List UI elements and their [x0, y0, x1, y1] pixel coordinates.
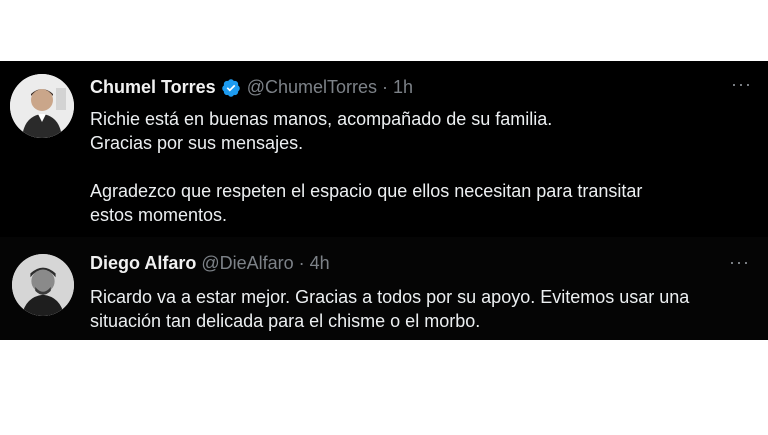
author-handle[interactable]: @ChumelTorres — [247, 77, 377, 98]
verified-badge-icon — [221, 78, 241, 98]
tweet-line: Gracias por sus mensajes. — [90, 133, 304, 153]
tweet-header: Chumel Torres @ChumelTorres · 1h — [90, 77, 413, 98]
screenshot-canvas: Chumel Torres @ChumelTorres · 1h ··· Ric… — [0, 0, 768, 435]
avatar-image — [12, 254, 74, 316]
tweet-line: estos momentos. — [90, 205, 228, 225]
tweet-timestamp[interactable]: 1h — [393, 77, 413, 98]
tweet-text: Ricardo va a estar mejor. Gracias a todo… — [90, 285, 728, 333]
more-options-icon[interactable]: ··· — [731, 75, 752, 93]
tweet-timestamp[interactable]: 4h — [310, 253, 330, 274]
author-name[interactable]: Diego Alfaro — [90, 253, 196, 274]
tweet-line: Ricardo va a estar mejor. Gracias a todo… — [90, 287, 690, 307]
avatar-image — [10, 74, 74, 138]
separator-dot: · — [298, 253, 305, 273]
more-options-icon[interactable]: ··· — [729, 253, 750, 271]
author-handle[interactable]: @DieAlfaro — [201, 253, 293, 274]
tweet-line: situación tan delicada para el chisme o … — [90, 311, 481, 331]
avatar-chumel-torres[interactable] — [10, 74, 74, 138]
avatar-diego-alfaro[interactable] — [12, 254, 74, 316]
author-name[interactable]: Chumel Torres — [90, 77, 216, 98]
tweet-line: Richie está en buenas manos, acompañado … — [90, 109, 553, 129]
tweet-diego-alfaro[interactable]: Diego Alfaro @DieAlfaro · 4h ··· Ricardo… — [0, 237, 768, 340]
tweet-text: Richie está en buenas manos, acompañado … — [90, 107, 728, 227]
tweet-header: Diego Alfaro @DieAlfaro · 4h — [90, 253, 330, 274]
separator-dot: · — [382, 77, 389, 97]
tweet-chumel-torres[interactable]: Chumel Torres @ChumelTorres · 1h ··· Ric… — [0, 61, 768, 237]
tweet-line: Agradezco que respeten el espacio que el… — [90, 181, 643, 201]
